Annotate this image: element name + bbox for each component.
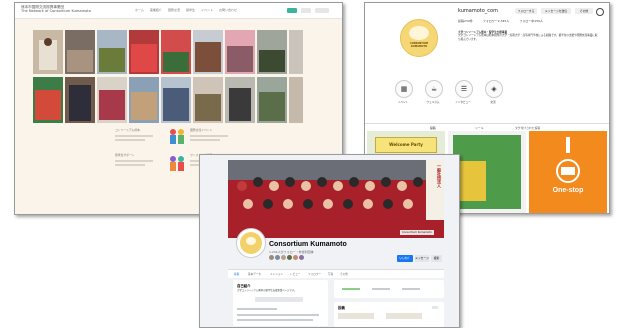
- follow-button[interactable]: フォローする: [515, 8, 537, 14]
- text-line: [190, 135, 228, 137]
- page-tab-bar: 投稿 基本データ メンション レビュー フォロワー 写真 その他: [228, 269, 444, 278]
- post-label: One-stop: [552, 187, 584, 194]
- composer-tag-option[interactable]: [372, 288, 390, 290]
- follower-avatar: [299, 255, 304, 260]
- tab-posts[interactable]: 投稿: [234, 272, 239, 276]
- intro-title: 自己紹介: [237, 284, 251, 288]
- profile-tabs: 投稿 リール タグ付けされた投稿: [365, 123, 609, 130]
- cover-banner-text: 一般社団法人: [437, 164, 442, 188]
- nav-item[interactable]: 事業紹介: [150, 8, 162, 12]
- highlight-label: インタビュー: [455, 101, 471, 104]
- followers-count[interactable]: フォロワー2,345人: [483, 19, 510, 23]
- cover-group-photo: [228, 160, 444, 238]
- tab-about[interactable]: 基本データ: [248, 272, 261, 276]
- like-button[interactable]: いいね！: [397, 255, 413, 262]
- highlight-label: 交流: [490, 101, 496, 104]
- site-nav: ホーム 事業紹介 国際交流 留学生 イベント お問い合わせ: [135, 8, 237, 12]
- cover-edit-tag[interactable]: Consortium Kumamoto: [400, 230, 434, 235]
- text-line: [190, 139, 220, 141]
- nav-item[interactable]: 国際交流: [168, 8, 180, 12]
- message-button[interactable]: メッセージを送信: [541, 8, 571, 14]
- nav-contact-button[interactable]: [315, 8, 329, 13]
- filter-button[interactable]: [432, 306, 438, 309]
- info-card[interactable]: 国際交流イベント: [190, 128, 240, 148]
- intro-panel: 自己紹介 大学コンソーシアム熊本の留学生支援事業ページです。: [233, 280, 328, 326]
- highlight-welcome-icon[interactable]: ☕: [425, 80, 443, 98]
- intro-text: 大学コンソーシアム熊本の留学生支援事業ページです。: [237, 289, 297, 292]
- follower-avatar: [287, 255, 292, 260]
- facebook-screenshot: 一般社団法人 Consortium Kumamoto Consortium Ku…: [199, 154, 460, 328]
- page-name: Consortium Kumamoto: [269, 241, 347, 248]
- tab-photos[interactable]: 写真: [328, 272, 333, 276]
- profile-avatar[interactable]: CONSORTIUM KUMAMOTO: [400, 19, 438, 57]
- avatar-label: CONSORTIUM KUMAMOTO: [409, 42, 429, 48]
- search-button[interactable]: 検索: [431, 255, 442, 262]
- info-card-title: 留学生サポート: [115, 153, 135, 157]
- highlight-interview-icon[interactable]: ☰: [455, 80, 473, 98]
- text-line: [237, 314, 319, 316]
- highlight-event-icon[interactable]: ▦: [395, 80, 413, 98]
- edit-intro-button[interactable]: [255, 297, 303, 302]
- nav-item[interactable]: ホーム: [135, 8, 144, 12]
- tab-followers[interactable]: フォロワー: [308, 272, 321, 276]
- tab-reels[interactable]: リール: [475, 126, 483, 130]
- text-line: [237, 319, 313, 321]
- highlight-label: ウェルカム: [426, 101, 440, 104]
- nav-item[interactable]: イベント: [201, 8, 213, 12]
- page-logo-core: [246, 237, 256, 245]
- options-icon[interactable]: [596, 8, 604, 16]
- nav-language-button[interactable]: [301, 8, 311, 13]
- cover-photo: 一般社団法人 Consortium Kumamoto: [228, 160, 444, 238]
- post-item[interactable]: [338, 313, 374, 319]
- nav-item[interactable]: お問い合わせ: [219, 8, 237, 12]
- page-avatar[interactable]: [236, 228, 266, 258]
- profile-stats: 投稿239件 フォロワー2,345人 フォロー中156人: [458, 19, 543, 23]
- text-line: [237, 308, 277, 310]
- tab-more[interactable]: その他: [340, 272, 348, 276]
- site-title: 熊本市国際交流振興事業団 The Network of Consortium K…: [21, 5, 91, 13]
- composer-photo-option[interactable]: [342, 288, 360, 290]
- posts-panel: 投稿: [334, 302, 444, 327]
- post-flyer: [458, 161, 486, 201]
- message-button[interactable]: メッセージ: [415, 255, 429, 262]
- post-composer-panel: [334, 280, 444, 298]
- site-title-en: The Network of Consortium Kumamoto: [21, 9, 91, 14]
- more-button[interactable]: その他: [575, 8, 593, 14]
- photo-collage: [33, 30, 303, 125]
- tab-tagged[interactable]: タグ付けされた投稿: [515, 126, 540, 130]
- photo-collage-svg: [33, 30, 303, 123]
- composer-feeling-option[interactable]: [402, 288, 420, 290]
- one-stop-icon: [556, 137, 580, 183]
- tab-reviews[interactable]: レビュー: [290, 272, 300, 276]
- profile-bio: 大学コンソーシアム熊本・留学生支援事業 大学コンソーシアム熊本は熊本県内の大学・…: [458, 31, 598, 41]
- highlight-exchange-icon[interactable]: ◈: [485, 80, 503, 98]
- tab-posts[interactable]: 投稿: [430, 126, 436, 130]
- page-subtitle: 1,234人がフォロー・非営利団体: [269, 250, 314, 254]
- follower-avatar: [269, 255, 274, 260]
- follower-avatar: [293, 255, 298, 260]
- illustration-people-icon: [170, 129, 184, 171]
- site-header: 熊本市国際交流振興事業団 The Network of Consortium K…: [15, 3, 342, 19]
- highlight-label: イベント: [397, 101, 409, 104]
- follower-avatars: [269, 255, 304, 260]
- info-card-title: 国際交流イベント: [190, 128, 213, 132]
- follower-avatar: [281, 255, 286, 260]
- profile-username: kumamoto_com: [458, 8, 498, 14]
- posts-count[interactable]: 投稿239件: [458, 19, 473, 23]
- bio-text: 大学コンソーシアム熊本は熊本県内の大学・短期大学・高等専門学校による組織です。留…: [458, 34, 598, 41]
- nav-accent-button[interactable]: [287, 8, 297, 13]
- following-count[interactable]: フォロー中156人: [519, 19, 543, 23]
- posts-title: 投稿: [338, 306, 345, 310]
- post-item[interactable]: [386, 313, 422, 319]
- nav-item[interactable]: 留学生: [186, 8, 195, 12]
- follower-avatar: [275, 255, 280, 260]
- tab-mentions[interactable]: メンション: [270, 272, 283, 276]
- post-tile[interactable]: One-stop: [529, 131, 607, 213]
- avatar-logo-icon: [409, 26, 429, 40]
- post-badge: Welcome Party: [375, 137, 437, 153]
